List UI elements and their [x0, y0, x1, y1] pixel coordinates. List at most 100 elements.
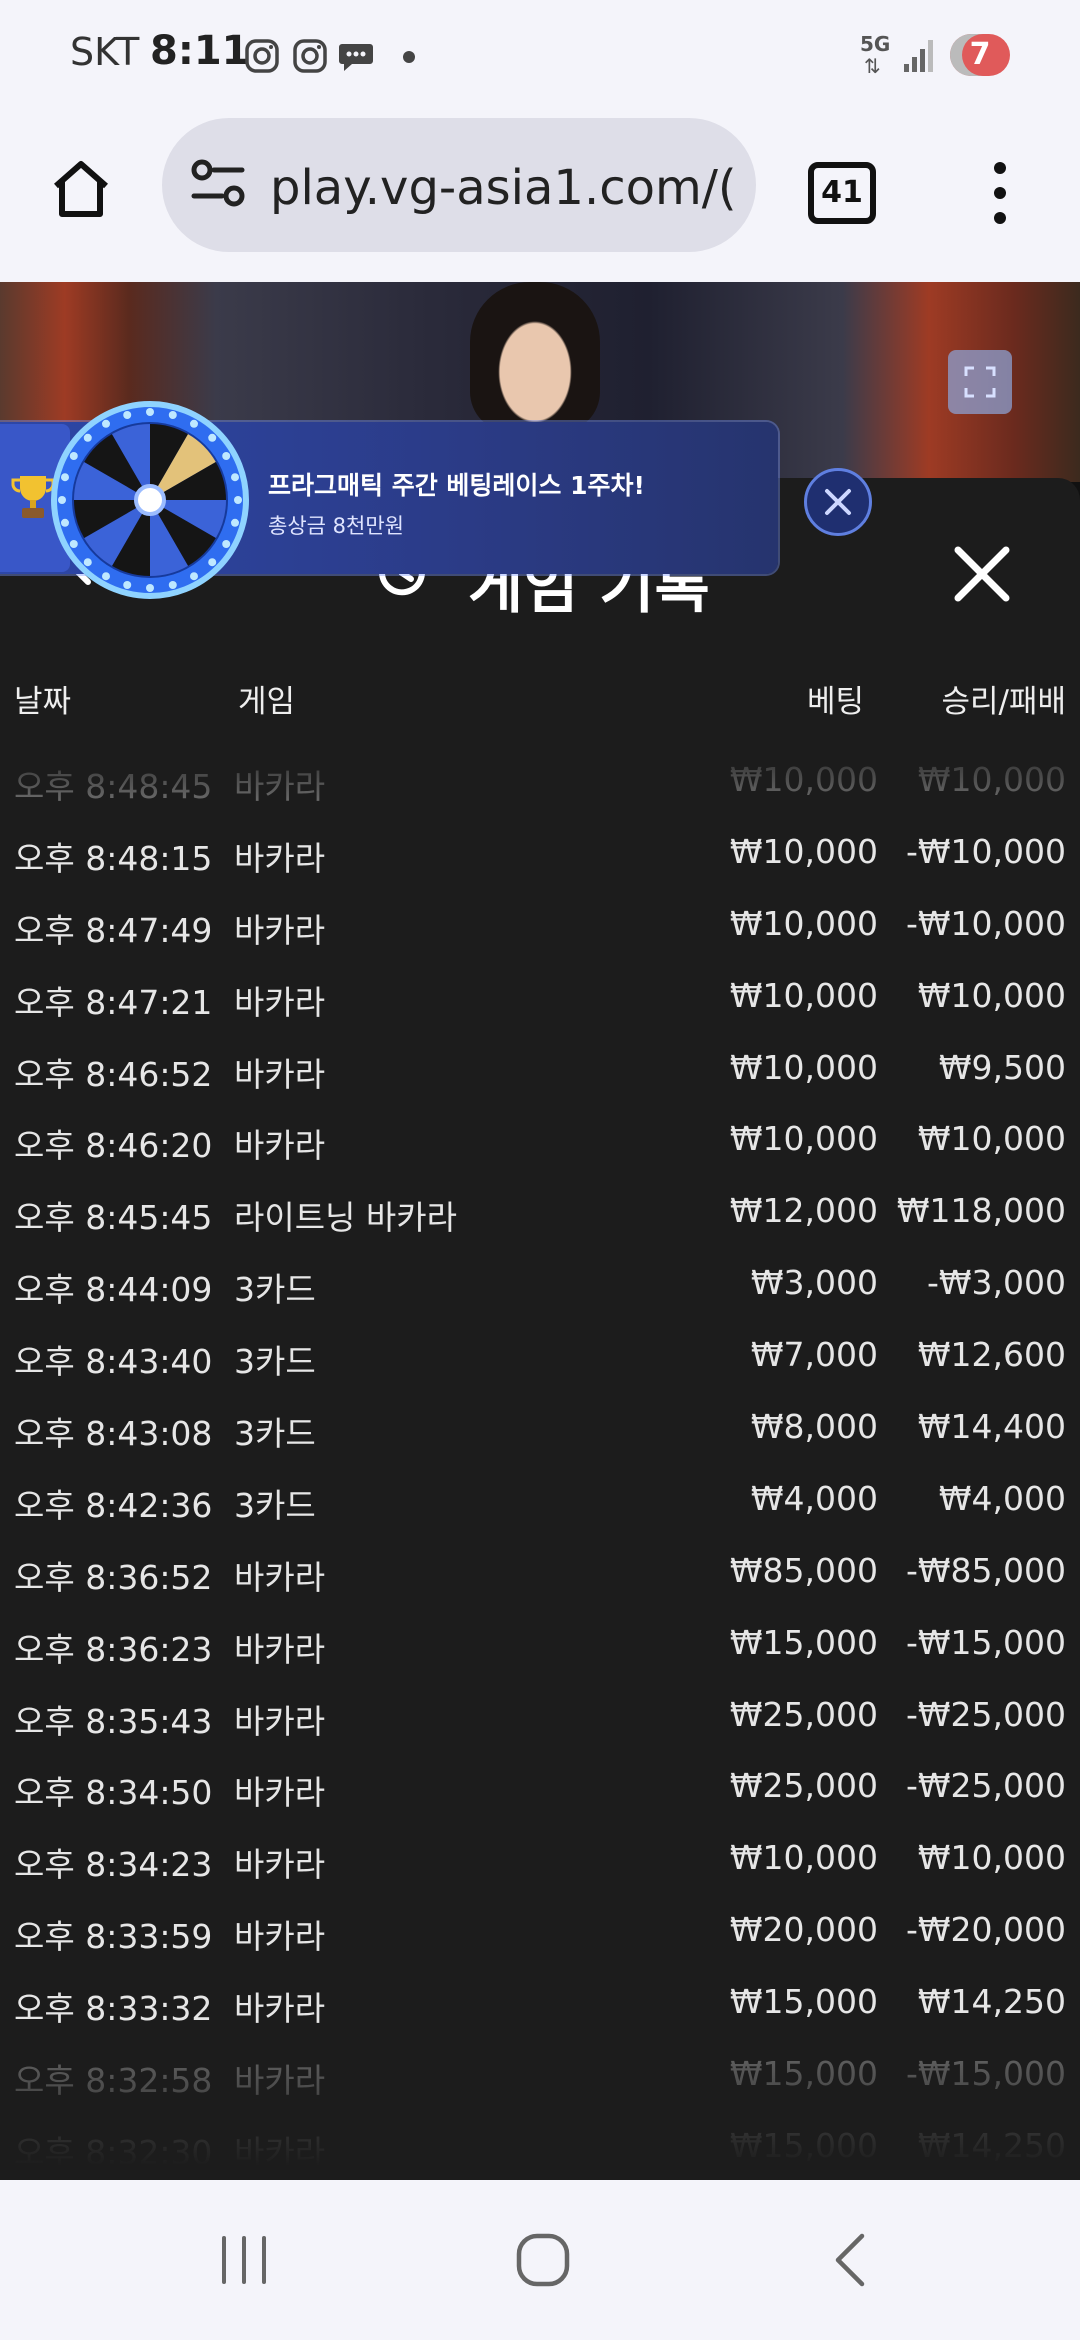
row-game: 3카드 [234, 1414, 316, 1454]
table-row[interactable]: 오후 8:36:23 바카라 ₩15,000 -₩15,000 [0, 1611, 1080, 1683]
row-bet: ₩4,000 [750, 1478, 878, 1518]
row-game: 3카드 [234, 1342, 316, 1382]
row-date: 오후 8:48:15 [14, 838, 213, 878]
row-winloss: -₩10,000 [905, 831, 1066, 871]
row-winloss: ₩14,250 [917, 1982, 1066, 2022]
row-bet: ₩25,000 [729, 1766, 878, 1806]
header-bet: 베팅 [806, 684, 864, 720]
row-date: 오후 8:46:20 [14, 1126, 213, 1166]
row-game: 바카라 [234, 1773, 326, 1813]
row-bet: ₩15,000 [729, 1982, 878, 2022]
url-bar[interactable]: play.vg-asia1.com/( [162, 118, 756, 252]
table-row[interactable]: 오후 8:33:59 바카라 ₩20,000 -₩20,000 [0, 1898, 1080, 1970]
battery-badge-icon: 7 [950, 34, 1010, 76]
row-date: 오후 8:33:59 [14, 1917, 213, 1957]
table-row[interactable]: 오후 8:33:32 바카라 ₩15,000 ₩14,250 [0, 1970, 1080, 2042]
back-chevron-icon[interactable] [830, 2232, 870, 2288]
row-bet: ₩20,000 [729, 1910, 878, 1950]
row-date: 오후 8:47:49 [14, 910, 213, 950]
row-bet: ₩10,000 [729, 831, 878, 871]
row-date: 오후 8:46:52 [14, 1054, 213, 1094]
row-bet: ₩25,000 [729, 1694, 878, 1734]
home-icon[interactable] [48, 156, 114, 222]
table-row[interactable]: 오후 8:44:09 3카드 ₩3,000 -₩3,000 [0, 1251, 1080, 1323]
row-bet: ₩7,000 [750, 1335, 878, 1375]
expand-icon[interactable] [948, 350, 1012, 414]
row-bet: ₩15,000 [729, 2125, 878, 2165]
table-row[interactable]: 오후 8:43:08 3카드 ₩8,000 ₩14,400 [0, 1395, 1080, 1467]
row-date: 오후 8:44:09 [14, 1270, 213, 1310]
row-game: 바카라 [234, 1845, 326, 1885]
row-date: 오후 8:36:52 [14, 1557, 213, 1597]
row-date: 오후 8:35:43 [14, 1701, 213, 1741]
table-row[interactable]: 오후 8:42:36 3카드 ₩4,000 ₩4,000 [0, 1467, 1080, 1539]
row-date: 오후 8:34:50 [14, 1773, 213, 1813]
row-game: 라이트닝 바카라 [234, 1198, 458, 1238]
row-winloss: -₩25,000 [905, 1694, 1066, 1734]
row-game: 바카라 [234, 1054, 326, 1094]
row-bet: ₩85,000 [729, 1550, 878, 1590]
row-bet: ₩12,000 [729, 1191, 878, 1231]
site-settings-icon[interactable] [190, 158, 248, 210]
header-date: 날짜 [14, 684, 72, 720]
recent-apps-icon[interactable] [216, 2234, 272, 2286]
row-winloss: ₩14,400 [917, 1407, 1066, 1447]
table-row[interactable]: 오후 8:48:45 바카라 ₩10,000 ₩10,000 [0, 748, 1080, 820]
row-game: 3카드 [234, 1270, 316, 1310]
tab-switcher-icon[interactable]: 41 [808, 162, 876, 224]
chat-bubble-icon [339, 44, 373, 71]
row-winloss: -₩25,000 [905, 1766, 1066, 1806]
promo-title: 프라그매틱 주간 베팅레이스 1주차! [268, 471, 645, 500]
row-bet: ₩8,000 [750, 1407, 878, 1447]
dot-icon [403, 51, 415, 63]
close-icon[interactable] [804, 468, 872, 536]
row-winloss: ₩118,000 [896, 1191, 1066, 1231]
row-game: 바카라 [234, 2132, 326, 2172]
row-bet: ₩3,000 [750, 1263, 878, 1303]
network-label: 5G [860, 32, 891, 56]
table-row[interactable]: 오후 8:43:40 3카드 ₩7,000 ₩12,600 [0, 1323, 1080, 1395]
home-circle-icon[interactable] [515, 2232, 571, 2288]
table-row[interactable]: 오후 8:46:20 바카라 ₩10,000 ₩10,000 [0, 1107, 1080, 1179]
table-row[interactable]: 오후 8:32:30 바카라 ₩15,000 ₩14,250 [0, 2114, 1080, 2180]
row-date: 오후 8:32:58 [14, 2061, 213, 2101]
row-winloss: ₩9,500 [938, 1047, 1066, 1087]
carrier-label: SKT [70, 30, 140, 74]
table-row[interactable]: 오후 8:46:52 바카라 ₩10,000 ₩9,500 [0, 1036, 1080, 1108]
more-menu-icon[interactable] [980, 158, 1020, 228]
row-winloss: ₩4,000 [938, 1478, 1066, 1518]
row-date: 오후 8:45:45 [14, 1198, 213, 1238]
url-text[interactable]: play.vg-asia1.com/( [270, 160, 737, 216]
table-row[interactable]: 오후 8:35:43 바카라 ₩25,000 -₩25,000 [0, 1683, 1080, 1755]
row-bet: ₩10,000 [729, 1119, 878, 1159]
signal-bars-icon [904, 40, 933, 72]
table-row[interactable]: 오후 8:34:50 바카라 ₩25,000 -₩25,000 [0, 1754, 1080, 1826]
row-bet: ₩15,000 [729, 1622, 878, 1662]
prize-wheel-icon[interactable] [50, 400, 250, 600]
row-winloss: -₩3,000 [926, 1263, 1066, 1303]
row-date: 오후 8:33:32 [14, 1989, 213, 2029]
row-winloss: -₩20,000 [905, 1910, 1066, 1950]
system-nav-bar [0, 2180, 1080, 2340]
table-row[interactable]: 오후 8:34:23 바카라 ₩10,000 ₩10,000 [0, 1826, 1080, 1898]
row-date: 오후 8:36:23 [14, 1629, 213, 1669]
row-winloss: -₩15,000 [905, 2054, 1066, 2094]
row-date: 오후 8:32:30 [14, 2132, 213, 2172]
row-game: 바카라 [234, 838, 326, 878]
row-date: 오후 8:43:40 [14, 1342, 213, 1382]
row-bet: ₩10,000 [729, 903, 878, 943]
close-icon[interactable] [952, 544, 1012, 604]
table-row[interactable]: 오후 8:48:15 바카라 ₩10,000 -₩10,000 [0, 820, 1080, 892]
instagram-icon [293, 39, 327, 73]
header-winloss: 승리/패배 [941, 684, 1066, 720]
row-game: 바카라 [234, 1917, 326, 1957]
clock-time: 8:11 [150, 28, 250, 74]
table-row[interactable]: 오후 8:36:52 바카라 ₩85,000 -₩85,000 [0, 1539, 1080, 1611]
table-row[interactable]: 오후 8:45:45 라이트닝 바카라 ₩12,000 ₩118,000 [0, 1179, 1080, 1251]
table-row[interactable]: 오후 8:47:21 바카라 ₩10,000 ₩10,000 [0, 964, 1080, 1036]
web-content: 게임 기록 날짜 게임 베팅 승리/패배 오후 8:48:45 바카라 ₩10,00… [0, 282, 1080, 2180]
table-row[interactable]: 오후 8:32:58 바카라 ₩15,000 -₩15,000 [0, 2042, 1080, 2114]
table-row[interactable]: 오후 8:47:49 바카라 ₩10,000 -₩10,000 [0, 892, 1080, 964]
row-date: 오후 8:48:45 [14, 767, 213, 806]
row-winloss: ₩10,000 [917, 1119, 1066, 1159]
